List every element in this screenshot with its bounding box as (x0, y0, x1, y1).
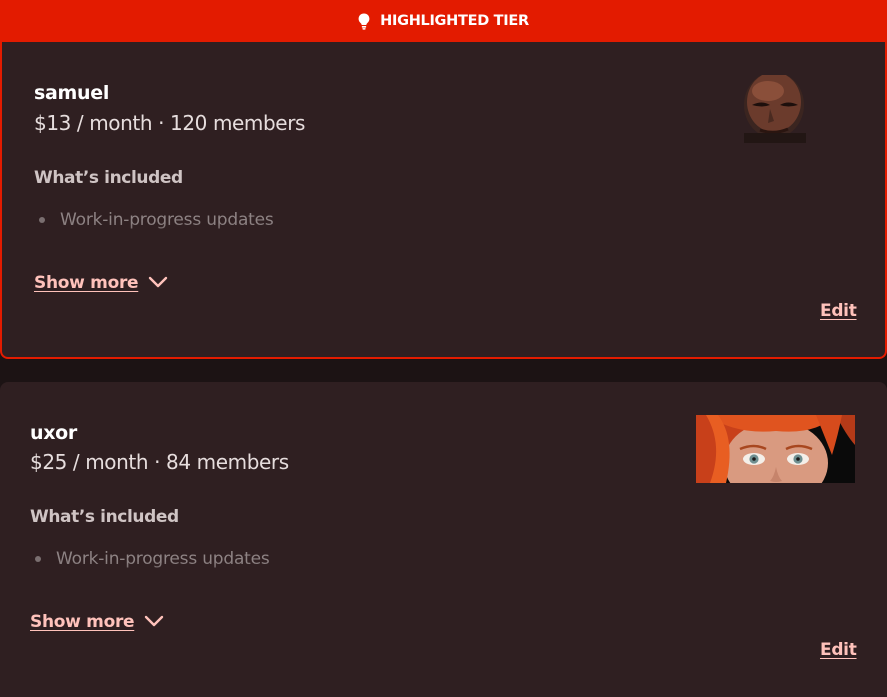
show-more-button[interactable]: Show more (34, 273, 168, 293)
chevron-down-icon (148, 273, 168, 293)
tier-price: $13 / month · 120 members (34, 111, 306, 135)
tier-name: uxor (30, 422, 78, 444)
show-more-label: Show more (30, 612, 135, 632)
edit-tier-link[interactable]: Edit (820, 301, 857, 321)
tier-price: $25 / month · 84 members (30, 450, 289, 474)
show-more-button[interactable]: Show more (30, 612, 164, 632)
tier-card-highlighted: HIGHLIGHTED TIER samuel $13 / month · 12… (0, 0, 887, 359)
chevron-down-icon (144, 612, 164, 632)
lightbulb-icon (358, 13, 370, 30)
benefits-fade (28, 561, 298, 585)
whats-included-heading: What’s included (30, 507, 179, 527)
tier-card: uxor $25 / month · 84 members What’s inc… (0, 382, 887, 697)
whats-included-heading: What’s included (34, 168, 183, 188)
highlighted-tier-label: HIGHLIGHTED TIER (380, 13, 529, 29)
tier-image (696, 415, 855, 483)
highlighted-tier-banner: HIGHLIGHTED TIER (0, 0, 887, 42)
show-more-label: Show more (34, 273, 139, 293)
tier-image (738, 75, 808, 143)
edit-tier-link[interactable]: Edit (820, 640, 857, 660)
benefits-fade (32, 222, 302, 246)
tier-name: samuel (34, 82, 110, 104)
